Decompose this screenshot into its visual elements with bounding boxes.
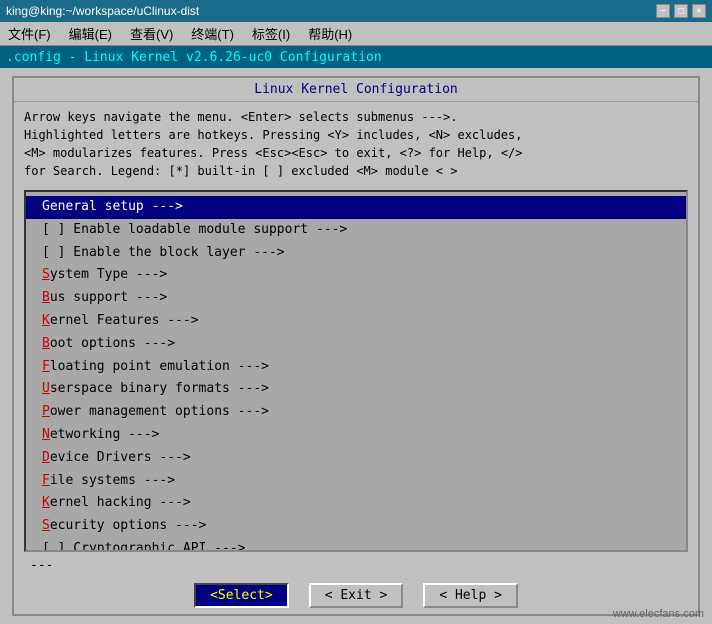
- menu-item[interactable]: Bus support --->: [26, 287, 686, 310]
- help-line: <M> modularizes features. Press <Esc><Es…: [24, 144, 688, 162]
- menu-area[interactable]: General setup --->[ ] Enable loadable mo…: [24, 190, 688, 552]
- hotkey-letter: P: [42, 404, 50, 419]
- maximize-button[interactable]: □: [674, 4, 688, 18]
- hotkey-letter: S: [42, 518, 50, 533]
- titlebar-title: king@king:~/workspace/uClinux-dist: [6, 4, 199, 18]
- help-line: Arrow keys navigate the menu. <Enter> se…: [24, 108, 688, 126]
- menu-item[interactable]: [ ] Enable the block layer --->: [26, 242, 686, 265]
- watermark: www.elecfans.com: [613, 608, 704, 620]
- hotkey-letter: N: [42, 427, 50, 442]
- help-line: Highlighted letters are hotkeys. Pressin…: [24, 126, 688, 144]
- menu-item[interactable]: Userspace binary formats --->: [26, 378, 686, 401]
- menubar-item[interactable]: 查看(V): [126, 24, 177, 43]
- menu-item[interactable]: Floating point emulation --->: [26, 356, 686, 379]
- menu-item[interactable]: [ ] Enable loadable module support --->: [26, 219, 686, 242]
- menu-item[interactable]: Kernel hacking --->: [26, 492, 686, 515]
- help-text: Arrow keys navigate the menu. <Enter> se…: [14, 102, 698, 186]
- bottom-button[interactable]: < Exit >: [309, 583, 404, 608]
- menu-item[interactable]: Power management options --->: [26, 401, 686, 424]
- menubar-item[interactable]: 编辑(E): [65, 24, 116, 43]
- menu-item[interactable]: Security options --->: [26, 515, 686, 538]
- hotkey-letter: U: [42, 381, 50, 396]
- menu-item[interactable]: Device Drivers --->: [26, 447, 686, 470]
- titlebar: king@king:~/workspace/uClinux-dist — □ ✕: [0, 0, 712, 22]
- help-line: for Search. Legend: [*] built-in [ ] exc…: [24, 162, 688, 180]
- menu-item[interactable]: Kernel Features --->: [26, 310, 686, 333]
- hotkey-letter: K: [42, 313, 50, 328]
- menubar-item[interactable]: 文件(F): [4, 24, 55, 43]
- hotkey-letter: B: [42, 290, 50, 305]
- menu-item[interactable]: Boot options --->: [26, 333, 686, 356]
- bottom-buttons: <Select> < Exit > < Help >: [14, 575, 698, 614]
- menubar-item[interactable]: 终端(T): [187, 24, 238, 43]
- menubar: 文件(F) 编辑(E) 查看(V) 终端(T) 标签(I) 帮助(H): [0, 22, 712, 46]
- hotkey-letter: S: [42, 267, 50, 282]
- menubar-item[interactable]: 帮助(H): [304, 24, 356, 43]
- terminal: Linux Kernel Configuration Arrow keys na…: [0, 68, 712, 624]
- menu-item[interactable]: [ ] Cryptographic API --->: [26, 538, 686, 552]
- menubar-item[interactable]: 标签(I): [248, 24, 294, 43]
- hotkey-letter: K: [42, 495, 50, 510]
- hotkey-letter: D: [42, 450, 50, 465]
- menu-item[interactable]: File systems --->: [26, 470, 686, 493]
- close-button[interactable]: ✕: [692, 4, 706, 18]
- config-titlebar: .config - Linux Kernel v2.6.26-uc0 Confi…: [0, 46, 712, 68]
- dialog-title: Linux Kernel Configuration: [14, 78, 698, 102]
- config-titlebar-text: .config - Linux Kernel v2.6.26-uc0 Confi…: [6, 50, 382, 65]
- menu-item[interactable]: System Type --->: [26, 264, 686, 287]
- hotkey-letter: F: [42, 359, 50, 374]
- menu-item[interactable]: General setup --->: [26, 196, 686, 219]
- hotkey-letter: F: [42, 473, 50, 488]
- minimize-button[interactable]: —: [656, 4, 670, 18]
- hotkey-letter: B: [42, 336, 50, 351]
- titlebar-controls: — □ ✕: [656, 4, 706, 18]
- dialog: Linux Kernel Configuration Arrow keys na…: [12, 76, 700, 616]
- menu-item[interactable]: Networking --->: [26, 424, 686, 447]
- bottom-button[interactable]: < Help >: [423, 583, 518, 608]
- menu-ellipsis: ---: [14, 556, 698, 575]
- bottom-button[interactable]: <Select>: [194, 583, 289, 608]
